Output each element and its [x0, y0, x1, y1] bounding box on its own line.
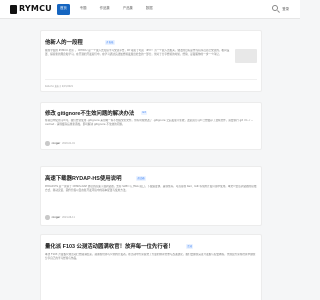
- publish-date: 2020-01-01: [62, 141, 75, 145]
- avatar[interactable]: [45, 141, 50, 146]
- avatar[interactable]: [45, 215, 50, 220]
- top-right-actions: 登录: [272, 5, 289, 11]
- card-divider: [45, 79, 257, 80]
- article-tag[interactable]: Git: [141, 111, 148, 115]
- main-nav: 首页 专题 作品集 产品集 数据: [57, 4, 156, 15]
- article-title[interactable]: 修改 gitignore不生效问题的解决办法: [45, 109, 134, 117]
- article-card[interactable]: 他新人的一段程 开发板 我在学使用 RYMCU 社区 ， RYMCU 是一个嵌入…: [40, 30, 262, 92]
- top-nav-bar: RYMCU 首页 专题 作品集 产品集 数据 登录: [0, 0, 300, 19]
- brand-logo[interactable]: RYMCU: [10, 4, 52, 15]
- article-meta: Katucho 发布于 4/15/2021: [45, 85, 74, 88]
- article-excerpt: 我在学使用 RYMCU 社区 ， RYMCU 是一个嵌入式知识学习交流平台，RY…: [45, 49, 230, 56]
- logo-mark-icon: [10, 5, 17, 14]
- nav-item-home[interactable]: 首页: [57, 4, 70, 15]
- publish-date: 2021-06-11: [62, 215, 75, 219]
- article-excerpt: 本次 F103 开发板公测活动已经圆满结束，感谢各位参与公测的开发者。在活动中大…: [45, 253, 256, 260]
- article-card[interactable]: 高速下载器RYDAP-HS使用说明 调试器 RYDAP-HS 是一款基于 CMS…: [40, 166, 262, 226]
- article-tag[interactable]: 活动: [186, 244, 194, 249]
- article-excerpt: RYDAP-HS 是一款基于 CMSIS-DAP 协议的高速下载调试器，支持 S…: [45, 185, 257, 192]
- article-author[interactable]: ronger 2021-06-11: [45, 215, 75, 220]
- search-icon[interactable]: [272, 5, 279, 11]
- nav-item-products[interactable]: 产品集: [120, 4, 136, 15]
- article-excerpt: 在项目中使用 git 时，我们经常使用 .gitignore 来忽略一些不想提交…: [45, 119, 253, 126]
- article-tag[interactable]: 调试器: [136, 176, 146, 181]
- nav-item-topics[interactable]: 专题: [77, 4, 90, 15]
- article-author[interactable]: ronger 2020-01-01: [45, 141, 75, 146]
- article-card[interactable]: 修改 gitignore不生效问题的解决办法 Git 在项目中使用 git 时，…: [40, 102, 262, 150]
- article-title[interactable]: 高速下载器RYDAP-HS使用说明: [45, 174, 121, 182]
- nav-item-works[interactable]: 作品集: [97, 4, 113, 15]
- article-tag[interactable]: 开发板: [105, 40, 115, 45]
- article-card[interactable]: 量化派 F103 公测活动圆满收官！放弃每一位先行者！ 活动 本次 F103 开…: [40, 234, 262, 300]
- article-thumbnail: [235, 49, 257, 63]
- login-link[interactable]: 登录: [282, 6, 289, 11]
- article-title[interactable]: 他新人的一段程: [45, 38, 83, 46]
- brand-name: RYMCU: [19, 4, 52, 13]
- article-title[interactable]: 量化派 F103 公测活动圆满收官！放弃每一位先行者！: [45, 242, 174, 250]
- author-name[interactable]: ronger: [52, 142, 61, 145]
- author-name[interactable]: ronger: [52, 216, 61, 219]
- nav-item-data[interactable]: 数据: [143, 4, 156, 15]
